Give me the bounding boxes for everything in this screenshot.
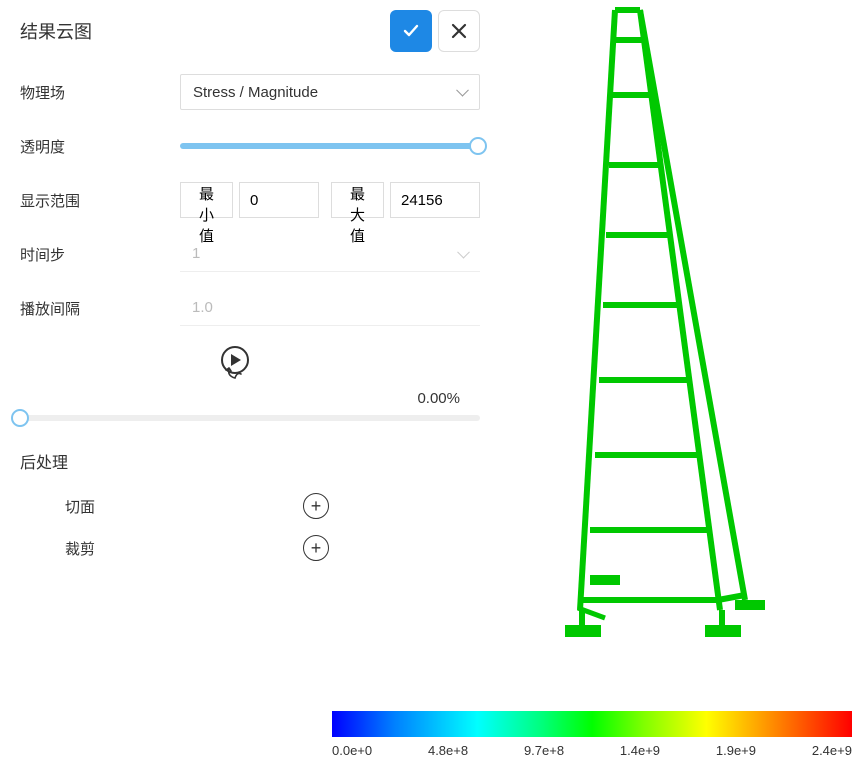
confirm-button[interactable] (390, 10, 432, 52)
play-icon (215, 344, 255, 384)
timestep-value: 1 (192, 245, 200, 262)
play-interval-value: 1.0 (180, 290, 480, 326)
timestep-row: 时间步 1 (20, 236, 480, 272)
plus-icon: + (311, 539, 322, 557)
display-range-label: 显示范围 (20, 190, 180, 211)
close-button[interactable] (438, 10, 480, 52)
opacity-slider-thumb[interactable] (469, 137, 487, 155)
range-min-input[interactable] (239, 182, 319, 218)
play-area (215, 344, 480, 384)
timestep-select[interactable]: 1 (180, 236, 480, 272)
plus-icon: + (311, 497, 322, 515)
colorbar-tick: 1.9e+9 (716, 743, 756, 758)
display-range-row: 显示范围 最小值 最大值 (20, 182, 480, 218)
opacity-slider[interactable] (180, 143, 478, 149)
progress-row: 0.00% (20, 390, 480, 407)
physics-field-value: Stress / Magnitude (193, 84, 318, 101)
slice-label: 切面 (20, 496, 303, 517)
colorbar-tick: 2.4e+9 (812, 743, 852, 758)
colorbar-tick: 9.7e+8 (524, 743, 564, 758)
physics-field-row: 物理场 Stress / Magnitude (20, 74, 480, 110)
play-interval-row: 播放间隔 1.0 (20, 290, 480, 326)
range-max-button[interactable]: 最大值 (331, 182, 384, 218)
colorbar-legend: 0.0e+0 4.8e+8 9.7e+8 1.4e+9 1.9e+9 2.4e+… (332, 711, 852, 758)
clip-add-button[interactable]: + (303, 535, 329, 561)
play-interval-label: 播放间隔 (20, 298, 180, 319)
physics-field-select[interactable]: Stress / Magnitude (180, 74, 480, 110)
panel-title: 结果云图 (20, 18, 92, 44)
colorbar-tick: 1.4e+9 (620, 743, 660, 758)
range-max-input[interactable] (390, 182, 480, 218)
range-min-button[interactable]: 最小值 (180, 182, 233, 218)
header-buttons (390, 10, 480, 52)
check-icon (401, 21, 421, 41)
physics-field-label: 物理场 (20, 82, 180, 103)
slice-add-button[interactable]: + (303, 493, 329, 519)
progress-percent: 0.00% (417, 390, 460, 407)
slice-row: 切面 + (20, 493, 480, 519)
colorbar-ticks: 0.0e+0 4.8e+8 9.7e+8 1.4e+9 1.9e+9 2.4e+… (332, 743, 852, 758)
result-contour-panel: 结果云图 物理场 Stress / Magnitude 透明度 显示范围 (0, 0, 500, 597)
opacity-row: 透明度 (20, 128, 480, 164)
colorbar-tick: 4.8e+8 (428, 743, 468, 758)
timestep-label: 时间步 (20, 244, 180, 265)
clip-label: 裁剪 (20, 538, 303, 559)
play-button[interactable] (215, 344, 255, 384)
opacity-label: 透明度 (20, 136, 180, 157)
clip-row: 裁剪 + (20, 535, 480, 561)
colorbar-gradient (332, 711, 852, 737)
panel-header: 结果云图 (20, 10, 480, 52)
colorbar-tick: 0.0e+0 (332, 743, 372, 758)
close-icon (450, 22, 468, 40)
ladder-model (510, 0, 868, 660)
progress-slider-thumb[interactable] (11, 409, 29, 427)
3d-viewport[interactable] (510, 0, 868, 660)
postprocess-title: 后处理 (20, 449, 480, 473)
progress-slider[interactable] (20, 415, 480, 421)
